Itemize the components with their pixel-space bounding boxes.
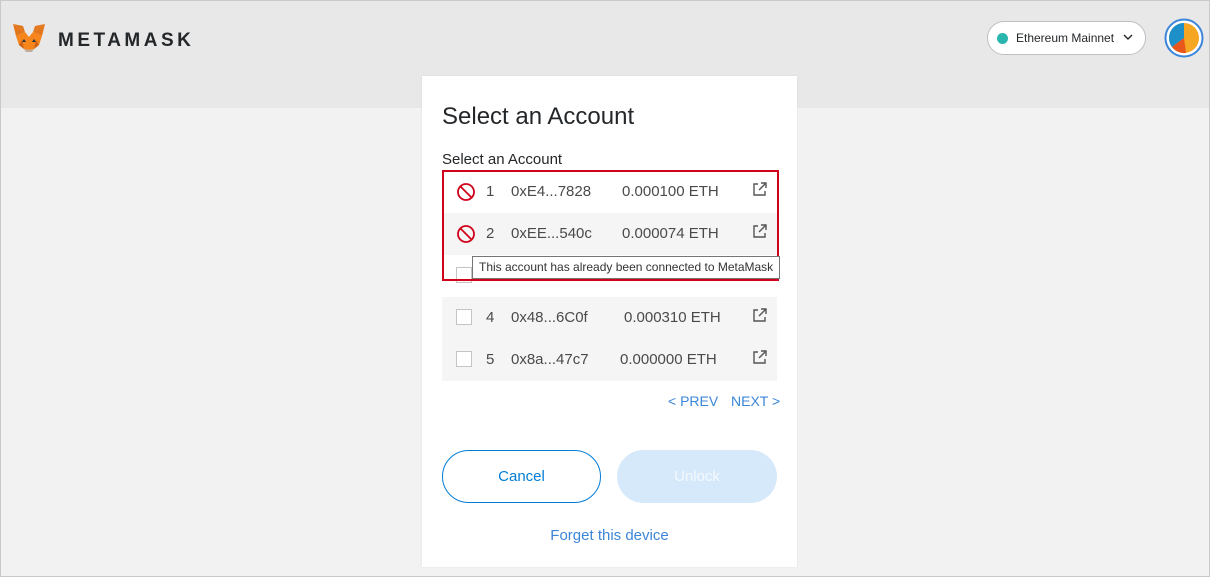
forget-device-link[interactable]: Forget this device (422, 527, 797, 544)
account-checkbox[interactable] (456, 309, 472, 325)
prev-page-link[interactable]: < PREV (668, 393, 718, 409)
section-label: Select an Account (442, 151, 563, 168)
account-balance: 0.000310 ETH (624, 309, 721, 326)
page-title: Select an Account (442, 103, 635, 130)
external-link-icon[interactable] (751, 307, 768, 328)
account-row-4[interactable]: 4 0x48...6C0f 0.000310 ETH (442, 297, 777, 339)
network-status-dot (997, 32, 1008, 44)
account-index: 5 (486, 351, 495, 368)
cancel-button[interactable]: Cancel (442, 450, 601, 503)
account-checkbox[interactable] (456, 351, 472, 367)
network-selector[interactable]: Ethereum Mainnet (987, 21, 1146, 55)
unlock-button[interactable]: Unlock (617, 450, 777, 503)
metamask-brand[interactable]: METAMASK (12, 23, 194, 58)
network-name: Ethereum Mainnet (1016, 31, 1115, 45)
account-address: 0x48...6C0f (511, 309, 588, 326)
account-avatar[interactable] (1164, 18, 1204, 58)
account-row-5[interactable]: 5 0x8a...47c7 0.000000 ETH (442, 339, 777, 381)
next-page-link[interactable]: NEXT > (731, 393, 780, 409)
account-index: 4 (486, 309, 495, 326)
select-account-card: Select an Account Select an Account 1 0x… (422, 76, 797, 567)
brand-name: METAMASK (58, 29, 195, 51)
account-balance: 0.000000 ETH (620, 351, 717, 368)
account-address: 0x8a...47c7 (511, 351, 589, 368)
chevron-down-icon (1122, 31, 1134, 46)
external-link-icon[interactable] (751, 349, 768, 370)
metamask-fox-icon (12, 23, 46, 58)
connected-tooltip: This account has already been connected … (472, 256, 781, 279)
